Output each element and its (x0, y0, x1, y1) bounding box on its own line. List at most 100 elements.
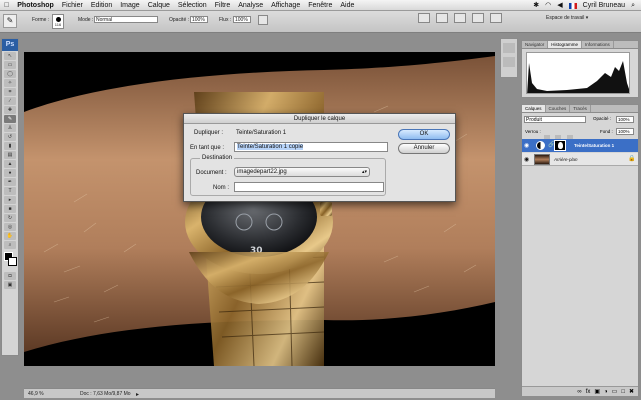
tab-informations[interactable]: Informations (582, 41, 614, 48)
fond-label: Fond : (600, 129, 613, 134)
tab-histogramme[interactable]: Histogramme (548, 41, 583, 48)
apple-icon[interactable]:  (0, 0, 13, 11)
document-canvas[interactable]: 30 (24, 52, 495, 366)
user-name[interactable]: Cyril Bruneau (583, 0, 625, 11)
menu-analyse[interactable]: Analyse (234, 0, 267, 11)
brush-tool-icon[interactable]: ✎ (3, 14, 17, 28)
background-layer-thumbnail (534, 154, 550, 165)
blur-tool-icon[interactable]: ▲ (4, 160, 16, 168)
menu-fichier[interactable]: Fichier (58, 0, 87, 11)
menu-affichage[interactable]: Affichage (267, 0, 304, 11)
flag-icon[interactable] (568, 3, 577, 9)
new-adjustment-icon[interactable]: ◑ (604, 387, 608, 396)
stamp-tool-icon[interactable]: ♙ (4, 124, 16, 132)
tab-calques[interactable]: Calques (522, 105, 546, 112)
layer-row-arriere-plan[interactable]: ◉ Arrière-plan 🔒 (522, 153, 638, 166)
dodge-tool-icon[interactable]: ● (4, 169, 16, 177)
layer-name[interactable]: Teinte/Saturation 1 (574, 143, 614, 148)
cancel-button[interactable]: Annuler (398, 143, 450, 154)
spotlight-icon[interactable]: ⌕ (631, 0, 635, 11)
menu-app-photoshop[interactable]: Photoshop (13, 0, 58, 11)
delete-layer-icon[interactable]: ✖ (629, 387, 634, 396)
3d-camera-tool-icon[interactable]: ◎ (4, 223, 16, 231)
tab-traces[interactable]: Tracés (570, 105, 591, 112)
zoom-tool-icon[interactable]: ⌕ (4, 241, 16, 249)
3d-rotate-tool-icon[interactable]: ↻ (4, 214, 16, 222)
document-label: Document : (196, 170, 227, 176)
link-layers-icon[interactable]: ∞ (577, 387, 581, 396)
histogram-curve (527, 61, 629, 93)
wifi-icon[interactable]: ◠ (545, 0, 551, 11)
quick-select-tool-icon[interactable]: ✧ (4, 79, 16, 87)
history-panel-icon[interactable] (503, 43, 515, 53)
verrou-label: Verrou : (525, 129, 541, 134)
menu-calque[interactable]: Calque (144, 0, 174, 11)
en-tant-que-value: Teinte/Saturation 1 copie (237, 144, 304, 150)
workspace-switcher[interactable]: Espace de travail ▾ (546, 15, 588, 21)
blend-mode-select[interactable]: Produit (524, 116, 586, 123)
zoom-level[interactable]: 46,9 % (28, 389, 44, 399)
ok-button[interactable]: OK (398, 129, 450, 140)
layer-mask-thumbnail[interactable] (554, 140, 566, 151)
healing-tool-icon[interactable]: ✚ (4, 106, 16, 114)
color-swatches[interactable] (2, 251, 18, 271)
view-extras-icon[interactable] (436, 13, 448, 23)
marquee-tool-icon[interactable]: ▭ (4, 61, 16, 69)
eraser-tool-icon[interactable]: ▮ (4, 142, 16, 150)
tab-navigator[interactable]: Navigator (522, 41, 549, 48)
mode-select[interactable]: Normal (94, 16, 158, 23)
screen-mode-icon[interactable] (490, 13, 502, 23)
gradient-tool-icon[interactable]: ▤ (4, 151, 16, 159)
airbrush-icon[interactable] (258, 15, 268, 25)
arrange-documents-icon[interactable] (472, 13, 484, 23)
new-group-icon[interactable]: ▭ (612, 387, 618, 396)
flux-field[interactable]: 100% (233, 16, 251, 23)
opacite-field[interactable]: 100% (190, 16, 208, 23)
menu-image[interactable]: Image (116, 0, 143, 11)
menu-edition[interactable]: Edition (87, 0, 116, 11)
new-layer-icon[interactable]: □ (621, 387, 625, 396)
en-tant-que-input[interactable]: Teinte/Saturation 1 copie (234, 142, 388, 152)
type-tool-icon[interactable]: T (4, 187, 16, 195)
path-select-tool-icon[interactable]: ▸ (4, 196, 16, 204)
eyedropper-tool-icon[interactable]: ∕ (4, 97, 16, 105)
layer-visibility-icon[interactable]: ◉ (524, 156, 529, 163)
menu-aide[interactable]: Aide (336, 0, 358, 11)
menu-filtre[interactable]: Filtre (211, 0, 235, 11)
bluetooth-icon[interactable]: ✱ (533, 0, 539, 11)
background-color-swatch[interactable] (8, 257, 17, 266)
pen-tool-icon[interactable]: ✒ (4, 178, 16, 186)
move-tool-icon[interactable]: ↖ (4, 52, 16, 60)
layer-name[interactable]: Arrière-plan (554, 157, 578, 162)
layer-style-icon[interactable]: fx (586, 387, 591, 396)
actions-panel-icon[interactable] (503, 57, 515, 67)
shape-tool-icon[interactable]: ■ (4, 205, 16, 213)
fond-field[interactable]: 100% (616, 128, 634, 135)
menu-fenetre[interactable]: Fenêtre (304, 0, 336, 11)
quick-mask-icon[interactable]: ◘ (4, 272, 16, 280)
status-menu-arrow-icon[interactable]: ▸ (136, 390, 139, 400)
hand-tool-icon[interactable]: ✋ (4, 232, 16, 240)
options-bar: ✎ Forme : 116 Mode : Normal Opacité : 10… (0, 11, 641, 33)
layers-opacite-field[interactable]: 100% (616, 116, 634, 123)
add-mask-icon[interactable]: ▣ (594, 387, 600, 396)
nom-input[interactable] (234, 182, 384, 192)
document-size[interactable]: Doc : 7,63 Mo/9,87 Mo (80, 389, 131, 399)
document-select[interactable]: imagedepart22.jpg ▴▾ (234, 167, 370, 177)
menu-selection[interactable]: Sélection (174, 0, 211, 11)
brush-tool-active-icon[interactable]: ✎ (4, 115, 16, 123)
ps-logo: Ps (2, 39, 18, 51)
select-arrows-icon: ▴▾ (361, 169, 367, 175)
layer-visibility-icon[interactable]: ◉ (524, 142, 529, 149)
brush-preset-picker[interactable]: 116 (52, 14, 64, 29)
crop-tool-icon[interactable]: ⌗ (4, 88, 16, 96)
layer-row-teinte-saturation[interactable]: ◉ 🔗 Teinte/Saturation 1 (522, 139, 638, 152)
history-brush-tool-icon[interactable]: ↺ (4, 133, 16, 141)
lasso-tool-icon[interactable]: ◯ (4, 70, 16, 78)
zoom-level-icon[interactable] (454, 13, 466, 23)
lock-icons[interactable] (544, 128, 574, 159)
volume-icon[interactable]: ◀ (557, 0, 562, 11)
bridge-icon[interactable] (418, 13, 430, 23)
tab-couches[interactable]: Couches (546, 105, 571, 112)
screen-mode-toggle-icon[interactable]: ▣ (4, 281, 16, 289)
